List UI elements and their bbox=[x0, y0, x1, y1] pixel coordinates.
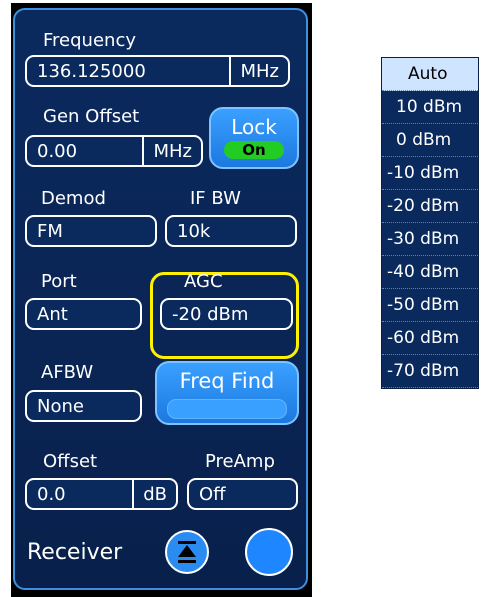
agc-option-2[interactable]: 0 dBm bbox=[382, 124, 478, 157]
lock-button[interactable]: Lock On bbox=[209, 107, 299, 169]
receiver-title: Receiver bbox=[27, 540, 123, 565]
agc-option-6[interactable]: -40 dBm bbox=[382, 256, 478, 289]
freq-find-indicator bbox=[167, 399, 287, 419]
gen-offset-field[interactable]: 0.00 MHz bbox=[25, 135, 203, 167]
freq-find-button[interactable]: Freq Find bbox=[155, 361, 299, 425]
preamp-value: Off bbox=[199, 483, 226, 505]
agc-option-3[interactable]: -10 dBm bbox=[382, 157, 478, 190]
afbw-field[interactable]: None bbox=[25, 390, 142, 422]
gen-offset-value: 0.00 bbox=[37, 140, 78, 162]
afbw-label: AFBW bbox=[41, 362, 94, 383]
lock-state-badge: On bbox=[224, 141, 284, 159]
agc-field[interactable]: -20 dBm bbox=[160, 298, 293, 330]
offset-unit: dB bbox=[132, 480, 176, 508]
frequency-value: 136.125000 bbox=[37, 60, 146, 82]
demod-label: Demod bbox=[41, 188, 106, 209]
frequency-field[interactable]: 136.125000 MHz bbox=[25, 55, 290, 87]
agc-dropdown-list[interactable]: Auto 10 dBm 0 dBm -10 dBm -20 dBm -30 dBm -40 … bbox=[381, 57, 479, 389]
agc-option-0[interactable]: Auto bbox=[382, 58, 478, 91]
frequency-unit: MHz bbox=[229, 57, 288, 85]
gen-offset-unit: MHz bbox=[142, 137, 201, 165]
agc-value: -20 dBm bbox=[172, 303, 249, 325]
if-bw-field[interactable]: 10k bbox=[165, 215, 297, 247]
port-label: Port bbox=[41, 271, 77, 292]
agc-label: AGC bbox=[184, 271, 223, 292]
agc-option-9[interactable]: -70 dBm bbox=[382, 355, 478, 388]
freq-find-label: Freq Find bbox=[179, 369, 275, 393]
preamp-label: PreAmp bbox=[205, 451, 275, 472]
if-bw-label: IF BW bbox=[190, 188, 241, 209]
agc-option-4[interactable]: -20 dBm bbox=[382, 190, 478, 223]
if-bw-value: 10k bbox=[177, 220, 211, 242]
demod-field[interactable]: FM bbox=[25, 215, 157, 247]
agc-option-8[interactable]: -60 dBm bbox=[382, 322, 478, 355]
offset-field[interactable]: 0.0 dB bbox=[25, 478, 178, 510]
collapse-up-icon[interactable] bbox=[165, 530, 209, 574]
circle-button-icon[interactable] bbox=[245, 528, 293, 576]
afbw-value: None bbox=[37, 395, 84, 417]
demod-value: FM bbox=[37, 220, 63, 242]
agc-option-5[interactable]: -30 dBm bbox=[382, 223, 478, 256]
port-field[interactable]: Ant bbox=[25, 298, 142, 330]
port-value: Ant bbox=[37, 303, 68, 325]
offset-label: Offset bbox=[43, 451, 98, 472]
agc-option-7[interactable]: -50 dBm bbox=[382, 289, 478, 322]
preamp-field[interactable]: Off bbox=[187, 478, 298, 510]
frequency-label: Frequency bbox=[43, 30, 136, 51]
agc-option-1[interactable]: 10 dBm bbox=[382, 91, 478, 124]
offset-value: 0.0 bbox=[37, 483, 66, 505]
lock-label: Lock bbox=[231, 115, 277, 139]
gen-offset-label: Gen Offset bbox=[43, 106, 140, 127]
